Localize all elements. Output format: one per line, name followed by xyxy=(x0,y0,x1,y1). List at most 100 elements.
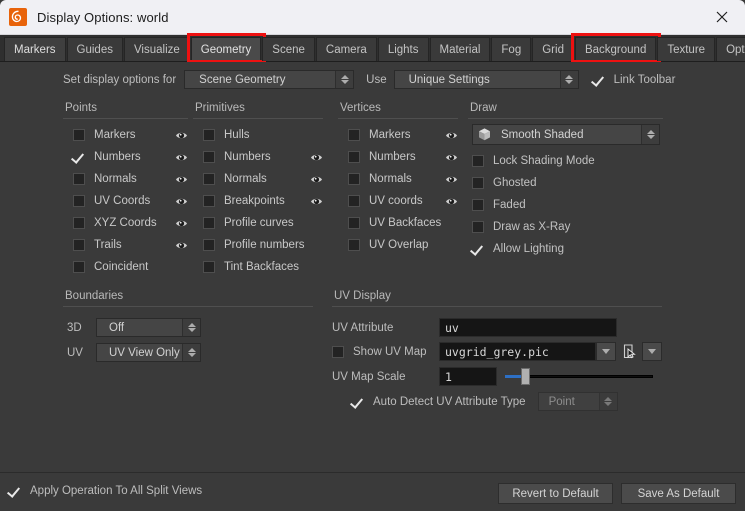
draw-checkbox-draw-as-x-ray[interactable]: Draw as X-Ray xyxy=(472,216,663,238)
visibility-eye-icon[interactable] xyxy=(310,197,323,206)
option-row: Trails xyxy=(73,234,188,256)
visibility-eye-icon[interactable] xyxy=(175,219,188,228)
option-row: Breakpoints xyxy=(203,190,323,212)
option-label: Markers xyxy=(94,129,136,141)
divider xyxy=(468,118,663,119)
primitives-checkbox-profile-numbers[interactable]: Profile numbers xyxy=(203,239,305,251)
primitives-checkbox-numbers[interactable]: Numbers xyxy=(203,151,271,163)
primitives-checkbox-normals[interactable]: Normals xyxy=(203,173,267,185)
chevron-updown-icon xyxy=(182,319,200,336)
vertices-checkbox-normals[interactable]: Normals xyxy=(348,173,412,185)
primitives-checkbox-tint-backfaces[interactable]: Tint Backfaces xyxy=(203,261,299,273)
option-label: Numbers xyxy=(94,151,141,163)
uv-attribute-input[interactable]: uv xyxy=(439,318,617,337)
primitives-checkbox-hulls[interactable]: Hulls xyxy=(203,129,250,141)
uv-map-scale-slider[interactable] xyxy=(505,367,653,386)
draw-checkbox-lock-shading-mode[interactable]: Lock Shading Mode xyxy=(472,150,663,172)
checkbox-box xyxy=(203,217,215,229)
vertices-checkbox-uv-backfaces[interactable]: UV Backfaces xyxy=(348,217,441,229)
boundaries-uv-dropdown[interactable]: UV View Only xyxy=(96,343,201,362)
visibility-eye-icon[interactable] xyxy=(310,219,323,228)
points-checkbox-numbers[interactable]: Numbers xyxy=(73,151,141,163)
uv-attribute-value: uv xyxy=(445,320,459,335)
tab-camera[interactable]: Camera xyxy=(315,37,377,61)
auto-detect-checkbox[interactable]: Auto Detect UV Attribute Type xyxy=(352,396,526,408)
chevron-updown-icon xyxy=(182,344,200,361)
uv-map-input[interactable]: uvgrid_grey.pic xyxy=(439,342,596,361)
slider-knob[interactable] xyxy=(521,368,530,385)
close-icon[interactable] xyxy=(699,0,745,34)
vertices-checkbox-uv-overlap[interactable]: UV Overlap xyxy=(348,239,428,251)
points-group-title: Points xyxy=(65,102,97,114)
visibility-eye-icon[interactable] xyxy=(310,175,323,184)
points-checkbox-normals[interactable]: Normals xyxy=(73,173,137,185)
points-checkbox-trails[interactable]: Trails xyxy=(73,239,122,251)
tab-background[interactable]: Background xyxy=(574,37,657,61)
apply-all-split-views-checkbox[interactable]: Apply Operation To All Split Views xyxy=(9,485,202,497)
tab-geometry[interactable]: Geometry xyxy=(190,37,262,61)
visibility-eye-icon[interactable] xyxy=(310,263,323,272)
uv-map-scale-input[interactable]: 1 xyxy=(439,367,497,386)
link-toolbar-checkbox[interactable]: Link Toolbar xyxy=(593,74,676,86)
points-checkbox-coincident[interactable]: Coincident xyxy=(73,261,148,273)
scope-dropdown[interactable]: Scene Geometry xyxy=(184,70,355,89)
visibility-eye-icon[interactable] xyxy=(445,131,458,140)
checkbox-box xyxy=(348,195,360,207)
primitives-checkbox-profile-curves[interactable]: Profile curves xyxy=(203,217,294,229)
draw-rows: Lock Shading Mode Ghosted Faded Draw as X-R… xyxy=(472,150,663,260)
visibility-eye-icon[interactable] xyxy=(445,241,458,250)
tab-material[interactable]: Material xyxy=(429,37,491,61)
tab-visualize[interactable]: Visualize xyxy=(123,37,190,61)
points-checkbox-markers[interactable]: Markers xyxy=(73,129,136,141)
primitives-checkbox-breakpoints[interactable]: Breakpoints xyxy=(203,195,285,207)
option-row: UV Coords xyxy=(73,190,188,212)
vertices-checkbox-numbers[interactable]: Numbers xyxy=(348,151,416,163)
visibility-eye-icon[interactable] xyxy=(175,197,188,206)
visibility-eye-icon[interactable] xyxy=(445,175,458,184)
uv-map-dropdown-button[interactable] xyxy=(596,342,616,361)
visibility-eye-icon[interactable] xyxy=(310,153,323,162)
visibility-eye-icon[interactable] xyxy=(175,153,188,162)
visibility-eye-icon[interactable] xyxy=(175,175,188,184)
option-label: UV Overlap xyxy=(369,239,429,251)
save-as-default-button[interactable]: Save As Default xyxy=(621,483,736,504)
tab-lights[interactable]: Lights xyxy=(377,37,429,61)
draw-checkbox-allow-lighting[interactable]: Allow Lighting xyxy=(472,238,663,260)
visibility-eye-icon[interactable] xyxy=(175,263,188,272)
checkbox-box xyxy=(203,261,215,273)
chevron-updown-icon xyxy=(335,71,354,88)
show-uv-map-checkbox[interactable]: Show UV Map xyxy=(332,345,439,358)
visibility-eye-icon[interactable] xyxy=(310,131,323,140)
visibility-eye-icon[interactable] xyxy=(445,219,458,228)
points-checkbox-xyz-coords[interactable]: XYZ Coords xyxy=(73,217,157,229)
uv-attr-type-dropdown[interactable]: Point xyxy=(537,392,618,411)
boundaries-row: UV UV View Only xyxy=(67,340,313,365)
checkbox-box xyxy=(203,129,215,141)
visibility-eye-icon[interactable] xyxy=(310,241,323,250)
tab-markers[interactable]: Markers xyxy=(4,37,66,61)
visibility-eye-icon[interactable] xyxy=(175,241,188,250)
tab-optimize[interactable]: Optimize xyxy=(716,37,745,61)
points-checkbox-uv-coords[interactable]: UV Coords xyxy=(73,195,150,207)
tab-grid[interactable]: Grid xyxy=(532,37,574,61)
visibility-eye-icon[interactable] xyxy=(445,153,458,162)
tab-guides[interactable]: Guides xyxy=(66,37,123,61)
revert-to-default-button[interactable]: Revert to Default xyxy=(498,483,613,504)
visibility-eye-icon[interactable] xyxy=(175,131,188,140)
draw-checkbox-ghosted[interactable]: Ghosted xyxy=(472,172,663,194)
tab-texture[interactable]: Texture xyxy=(657,37,716,61)
vertices-checkbox-uv-coords[interactable]: UV coords xyxy=(348,195,423,207)
dropdown-value: Off xyxy=(109,321,125,334)
visibility-eye-icon[interactable] xyxy=(445,197,458,206)
draw-checkbox-faded[interactable]: Faded xyxy=(472,194,663,216)
settings-dropdown[interactable]: Unique Settings xyxy=(393,70,579,89)
tab-fog[interactable]: Fog xyxy=(491,37,532,61)
chevron-down-icon[interactable] xyxy=(642,342,662,361)
vertices-checkbox-markers[interactable]: Markers xyxy=(348,129,411,141)
boundaries-3d-dropdown[interactable]: Off xyxy=(96,318,201,337)
shading-mode-dropdown[interactable]: Smooth Shaded xyxy=(472,124,660,145)
checkbox-box xyxy=(348,173,360,185)
tab-scene[interactable]: Scene xyxy=(262,37,315,61)
file-chooser-icon[interactable] xyxy=(620,342,639,361)
set-display-options-label: Set display options for xyxy=(63,73,177,86)
